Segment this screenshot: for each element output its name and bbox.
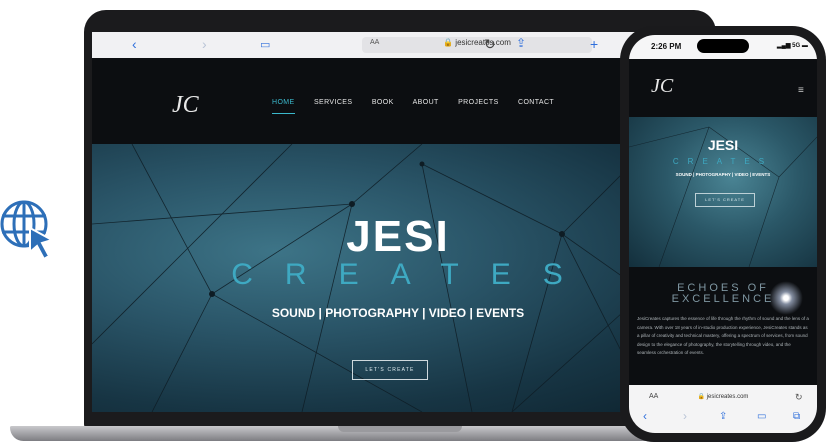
- phone-url-text: 🔒 jesicreates.com: [697, 394, 749, 400]
- nav-contact[interactable]: CONTACT: [518, 99, 554, 106]
- site-logo[interactable]: JC: [172, 92, 199, 119]
- website: JC HOME SERVICES BOOK ABOUT PROJECTS CON…: [92, 58, 704, 412]
- chevron-left-icon[interactable]: ‹: [132, 36, 137, 52]
- phone-share-icon[interactable]: ⇪: [719, 411, 727, 422]
- phone-screen: 2:26 PM ▂▄▆ 5G ▬ JC ≡ JESI CREATES SOUND…: [629, 35, 817, 433]
- about-paragraph: JesiCreates captures the essence of life…: [637, 316, 809, 355]
- nav-book[interactable]: BOOK: [372, 99, 394, 106]
- phone-address-bar[interactable]: AA 🔒 jesicreates.com ↻: [643, 390, 803, 404]
- phone-hero-tagline: SOUND | PHOTOGRAPHY | VIDEO | EVENTS: [675, 172, 771, 177]
- nav-home[interactable]: HOME: [272, 99, 295, 114]
- reload-icon[interactable]: ↻: [484, 36, 496, 53]
- hero-section: JESI CREATES SOUND | PHOTOGRAPHY | VIDEO…: [92, 144, 704, 412]
- phone-lets-create-button[interactable]: LET'S CREATE: [695, 193, 755, 207]
- share-icon[interactable]: ⇪: [516, 36, 526, 50]
- nav-about[interactable]: ABOUT: [413, 99, 439, 106]
- phone-tabs-icon[interactable]: ⧉: [793, 411, 800, 422]
- nav-projects[interactable]: PROJECTS: [458, 99, 499, 106]
- status-signal: ▂▄▆ 5G ▬: [777, 43, 808, 49]
- laptop-notch: [338, 426, 462, 432]
- site-header: JC HOME SERVICES BOOK ABOUT PROJECTS CON…: [92, 58, 704, 144]
- laptop-screen: ‹ › ▭ AA 🔒 jesicreates.com ↻ ⇪ + JC HOME…: [92, 32, 704, 412]
- echoes-title: ECHOES OF EXCELLENCE: [629, 283, 817, 305]
- phone-reload-icon[interactable]: ↻: [795, 392, 803, 403]
- phone-status-bar: 2:26 PM ▂▄▆ 5G ▬: [629, 35, 817, 59]
- book-icon[interactable]: ▭: [260, 38, 270, 51]
- phone-back-icon[interactable]: ‹: [643, 409, 647, 423]
- phone-hero-title: JESI: [707, 137, 739, 153]
- phone-book-icon[interactable]: ▭: [757, 411, 766, 422]
- hero-subtitle: CREATES: [231, 258, 595, 291]
- dynamic-island: [697, 39, 749, 53]
- address-bar[interactable]: AA 🔒 jesicreates.com: [362, 37, 592, 53]
- phone-site-logo[interactable]: JC: [651, 75, 673, 98]
- globe-cursor-icon: [0, 200, 55, 261]
- nav-services[interactable]: SERVICES: [314, 99, 352, 106]
- phone-browser-bar: AA 🔒 jesicreates.com ↻ ‹ › ⇪ ▭ ⧉: [629, 385, 817, 433]
- hero-title: JESI: [346, 212, 450, 261]
- hero-tagline: SOUND | PHOTOGRAPHY | VIDEO | EVENTS: [271, 306, 525, 320]
- plus-icon[interactable]: +: [590, 36, 598, 52]
- hamburger-menu-icon[interactable]: ≡: [798, 85, 804, 96]
- phone-forward-icon[interactable]: ›: [683, 409, 687, 423]
- signal-label: 5G: [792, 43, 801, 49]
- site-nav: HOME SERVICES BOOK ABOUT PROJECTS CONTAC…: [272, 99, 571, 114]
- lets-create-button[interactable]: LET'S CREATE: [352, 360, 428, 380]
- phone-hero-subtitle: CREATES: [672, 157, 774, 166]
- echoes-title-line2: EXCELLENCE: [671, 293, 775, 305]
- phone-url-value: jesicreates.com: [706, 394, 749, 400]
- phone-hero-section: JESI CREATES SOUND | PHOTOGRAPHY | VIDEO…: [629, 117, 817, 267]
- status-time: 2:26 PM: [651, 42, 682, 51]
- browser-toolbar: ‹ › ▭ AA 🔒 jesicreates.com ↻ ⇪ +: [92, 32, 704, 59]
- url-text: 🔒 jesicreates.com: [443, 38, 511, 47]
- chevron-right-icon[interactable]: ›: [202, 36, 207, 52]
